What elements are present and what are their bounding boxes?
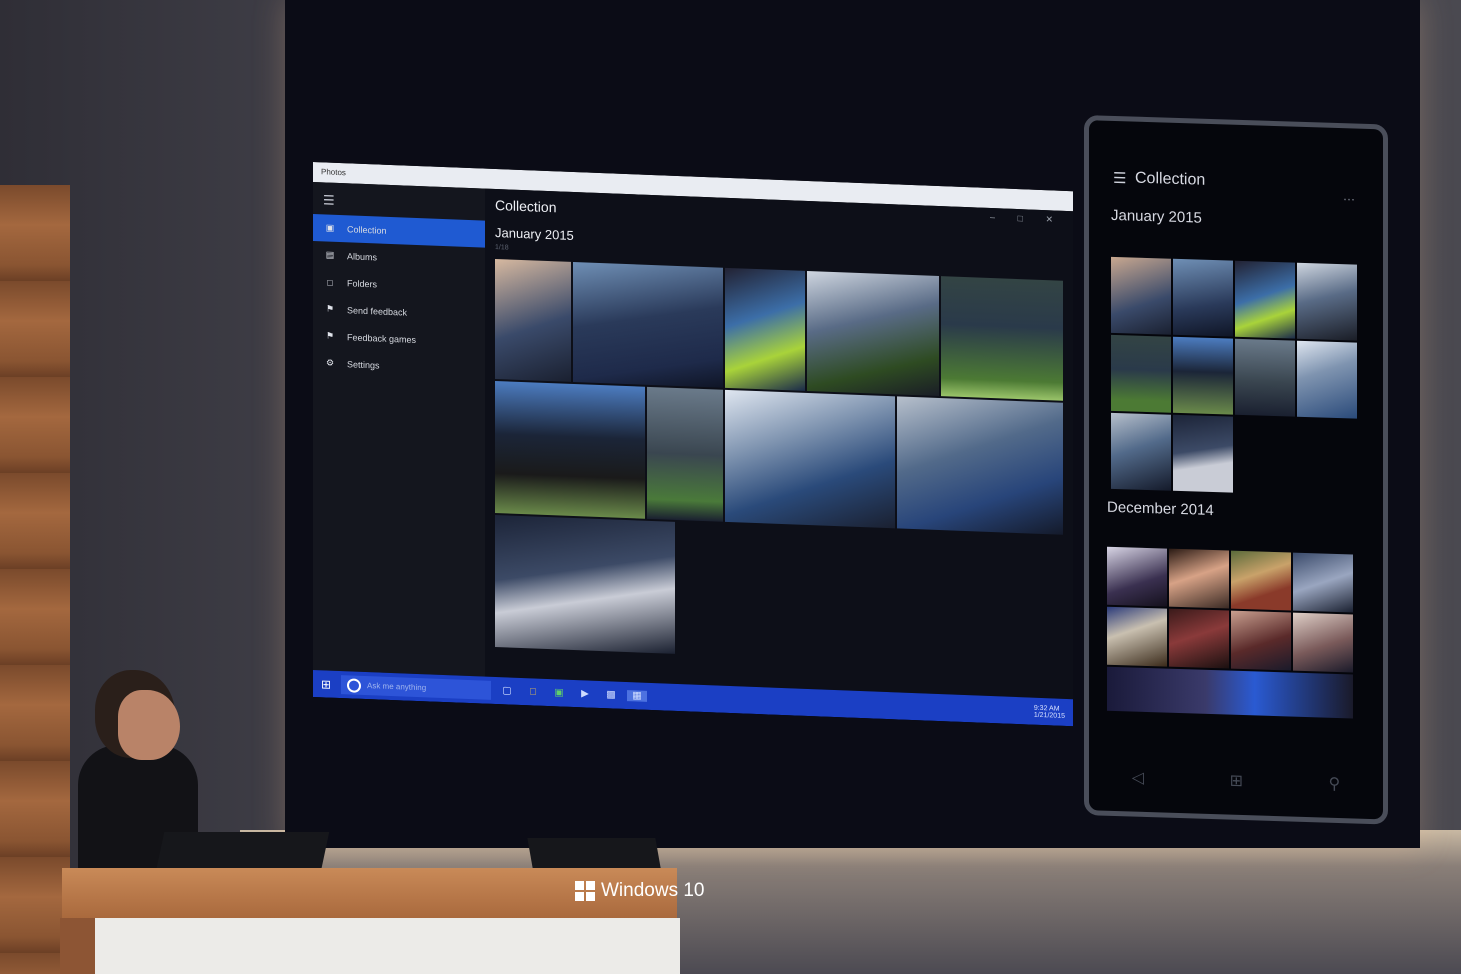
photo-thumbnail[interactable] [1169, 608, 1229, 669]
photo-grid [495, 258, 1065, 681]
phone-month-header: December 2014 [1107, 498, 1214, 520]
photo-thumbnail[interactable] [1293, 612, 1353, 673]
collection-icon: ▣ [325, 222, 335, 233]
phone-nav-bar: ◁ ⊞ ⚲ [1089, 766, 1383, 795]
sidebar-item-label: Folders [347, 277, 378, 289]
photo-thumbnail[interactable] [1297, 340, 1357, 419]
windows-start-icon[interactable]: ⊞ [315, 677, 337, 692]
photo-thumbnail[interactable] [941, 276, 1063, 401]
phone-photo-grid [1111, 256, 1361, 500]
photo-thumbnail[interactable] [1111, 256, 1171, 335]
system-tray[interactable]: 9:32 AM 1/21/2015 [1034, 704, 1073, 720]
app-icon[interactable]: ▩ [601, 689, 621, 701]
sidebar-nav: ▣ Collection ▤ Albums □ Folders ⚑ Send f… [313, 214, 485, 383]
cortana-search-box[interactable]: Ask me anything [341, 675, 491, 700]
photo-thumbnail[interactable] [495, 258, 571, 382]
search-placeholder: Ask me anything [367, 681, 427, 693]
feedback-icon: ⚑ [325, 303, 335, 314]
windows-start-icon[interactable]: ⊞ [1230, 771, 1243, 791]
podium-front [95, 918, 680, 974]
brand-label: Windows 10 [601, 880, 705, 901]
task-view-icon[interactable]: ▢ [497, 685, 517, 697]
tray-date: 1/21/2015 [1033, 711, 1065, 720]
photo-thumbnail[interactable] [1173, 336, 1233, 415]
photo-thumbnail[interactable] [1297, 262, 1357, 341]
cortana-icon [347, 677, 361, 693]
photo-thumbnail[interactable] [1235, 338, 1295, 417]
photo-thumbnail[interactable] [495, 380, 645, 519]
wood-panel-wall [0, 185, 70, 974]
phone-page-title: Collection [1135, 169, 1206, 189]
hamburger-icon[interactable]: ☰ [323, 192, 335, 208]
photo-thumbnail[interactable] [573, 261, 723, 388]
photo-thumbnail[interactable] [897, 396, 1063, 535]
sidebar-item-label: Send feedback [347, 304, 408, 318]
windows-logo-icon [575, 881, 595, 901]
photo-thumbnail[interactable] [647, 386, 723, 522]
photos-app-icon[interactable]: ▦ [627, 690, 647, 702]
podium-monitor [155, 832, 330, 872]
window-controls[interactable]: – □ ✕ [990, 212, 1063, 226]
photo-thumbnail[interactable] [1293, 552, 1353, 613]
sidebar: ☰ ▣ Collection ▤ Albums □ Folders ⚑ Send… [313, 182, 485, 677]
month-header: January 2015 [495, 224, 574, 244]
sidebar-item-settings[interactable]: ⚙ Settings [313, 349, 485, 383]
sidebar-item-label: Albums [347, 250, 378, 262]
more-options-icon[interactable]: ⋯ [1343, 192, 1361, 207]
windows-logo: Windows 10 [575, 880, 705, 902]
collection-view: Collection – □ ✕ January 2015 1/18 [485, 188, 1073, 700]
games-icon: ⚑ [325, 330, 335, 341]
photo-thumbnail[interactable] [725, 267, 805, 391]
back-icon[interactable]: ◁ [1132, 768, 1144, 788]
store-icon[interactable]: ▣ [549, 687, 569, 699]
photo-thumbnail[interactable] [807, 270, 939, 397]
gear-icon: ⚙ [325, 357, 335, 368]
photo-thumbnail[interactable] [1235, 260, 1295, 339]
podium-monitor [527, 838, 661, 868]
photo-thumbnail[interactable] [1111, 412, 1171, 491]
albums-icon: ▤ [325, 249, 335, 260]
hamburger-icon[interactable]: ☰ [1113, 169, 1126, 187]
photos-app-window: Photos ☰ ▣ Collection ▤ Albums □ Folders… [313, 162, 1073, 727]
photo-thumbnail[interactable] [1111, 334, 1171, 413]
photo-thumbnail[interactable] [1231, 550, 1291, 611]
photo-thumbnail[interactable] [1107, 546, 1167, 607]
folder-icon: □ [327, 277, 333, 288]
photo-thumbnail[interactable] [1107, 606, 1167, 667]
presenter-face [118, 690, 180, 760]
photo-thumbnail[interactable] [1173, 258, 1233, 337]
photo-thumbnail[interactable] [1231, 610, 1291, 671]
photo-thumbnail[interactable] [1107, 666, 1353, 719]
search-icon[interactable]: ⚲ [1329, 774, 1341, 794]
photo-thumbnail[interactable] [495, 514, 675, 654]
phone-photo-grid [1107, 546, 1357, 725]
photo-thumbnail[interactable] [725, 389, 895, 529]
phone-frame: ☰ Collection ⋯ January 2015 December 201… [1084, 115, 1388, 825]
phone-month-header: January 2015 [1111, 206, 1202, 227]
sidebar-item-label: Collection [347, 223, 387, 236]
sidebar-item-label: Settings [347, 358, 380, 371]
month-subheader: 1/18 [495, 243, 509, 252]
file-explorer-icon[interactable]: □ [523, 686, 543, 698]
page-title: Collection [495, 196, 557, 216]
sidebar-item-label: Feedback games [347, 331, 417, 345]
media-app-icon[interactable]: ▶ [575, 688, 595, 700]
photo-thumbnail[interactable] [1169, 548, 1229, 609]
podium-side [60, 918, 95, 974]
photo-thumbnail[interactable] [1173, 414, 1233, 493]
